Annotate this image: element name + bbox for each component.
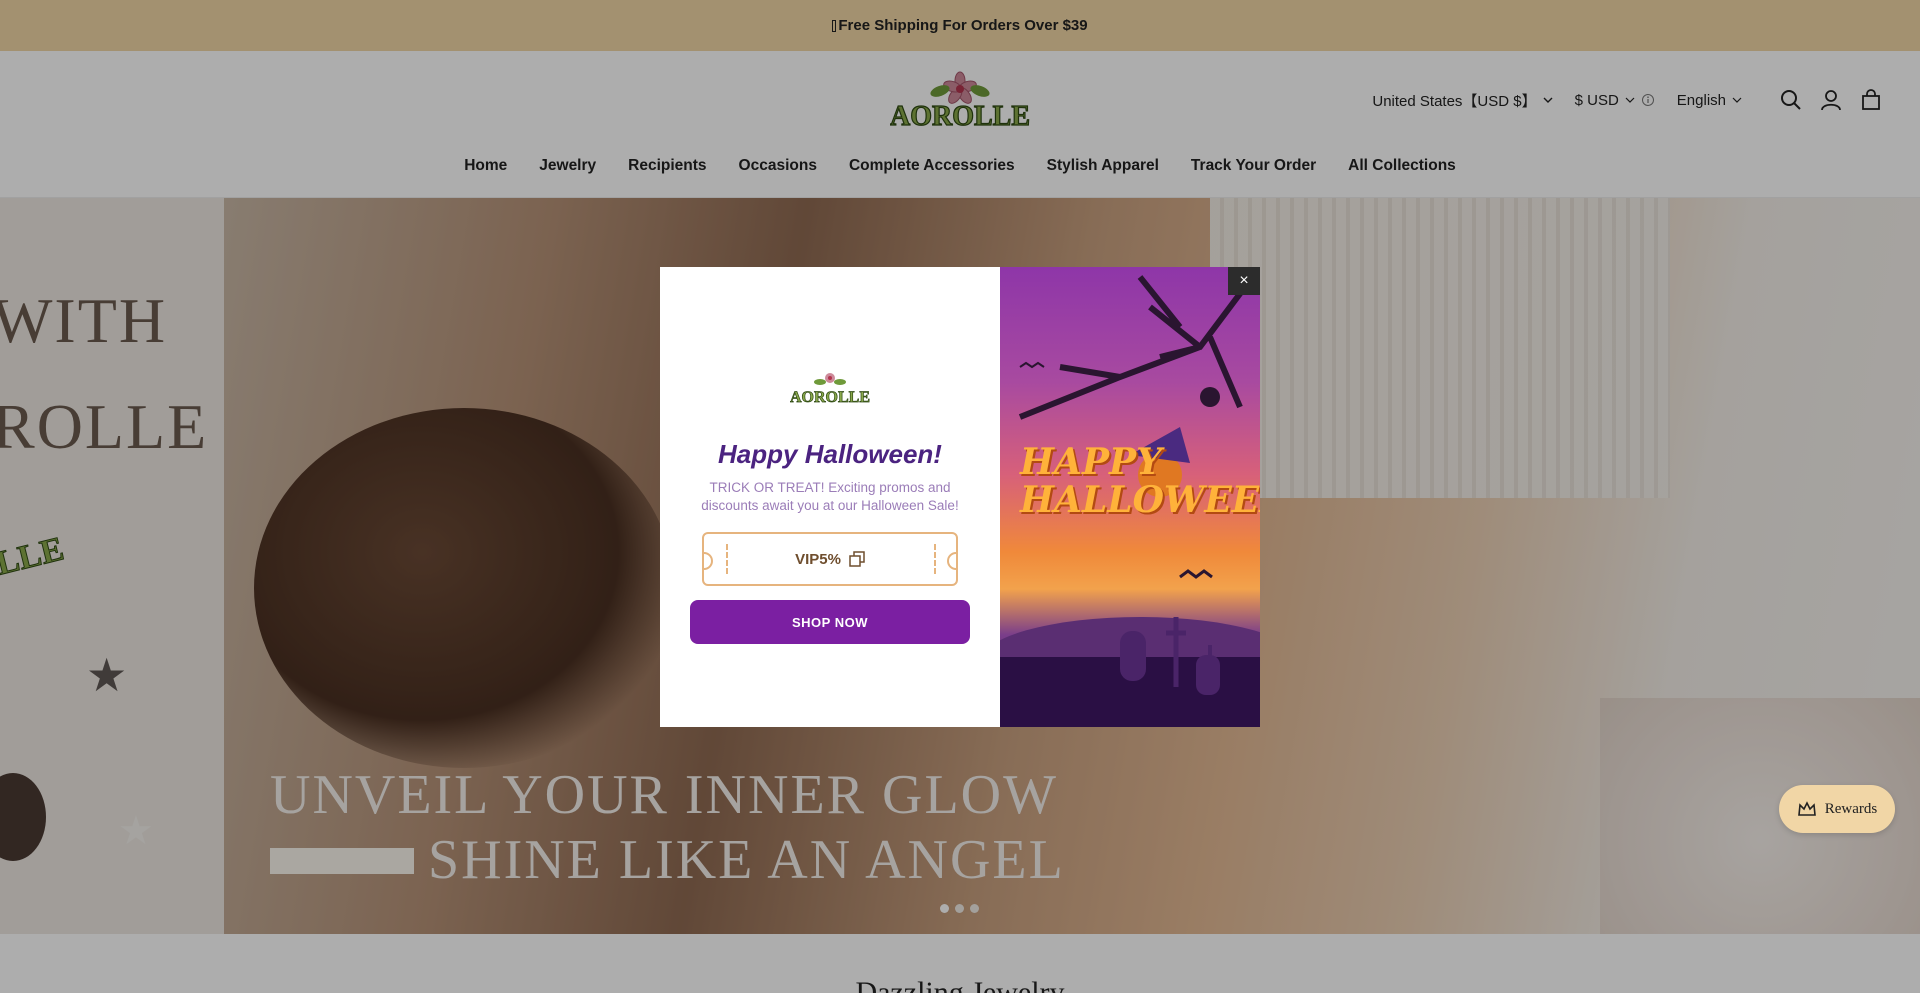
rewards-label: Rewards [1824,800,1878,817]
halloween-image-line-1: HAPPY [1020,441,1162,483]
copy-icon[interactable] [849,551,865,567]
close-button[interactable]: × [1228,267,1260,295]
modal-logo-wordmark: AOROLLE [790,389,870,406]
coupon-code-box[interactable]: VIP5% [702,532,958,586]
halloween-image: HAPPY HALLOWEEN [1000,267,1260,727]
halloween-image-text: HAPPY HALLOWEEN [1020,441,1260,521]
modal-logo: AOROLLE [790,373,870,406]
coupon-divider [726,544,728,574]
shop-now-button[interactable]: SHOP NOW [690,600,970,644]
promo-modal: AOROLLE Happy Halloween! TRICK OR TREAT!… [660,267,1260,727]
coupon-code: VIP5% [795,550,841,568]
modal-title: Happy Halloween! [718,439,942,469]
crown-icon [1797,801,1816,816]
modal-content: AOROLLE Happy Halloween! TRICK OR TREAT!… [660,267,1000,727]
modal-description: TRICK OR TREAT! Exciting promos and disc… [701,480,959,513]
halloween-image-line-2: HALLOWEEN [1020,479,1260,521]
coupon-divider [934,544,936,574]
rewards-button[interactable]: Rewards [1779,785,1895,833]
